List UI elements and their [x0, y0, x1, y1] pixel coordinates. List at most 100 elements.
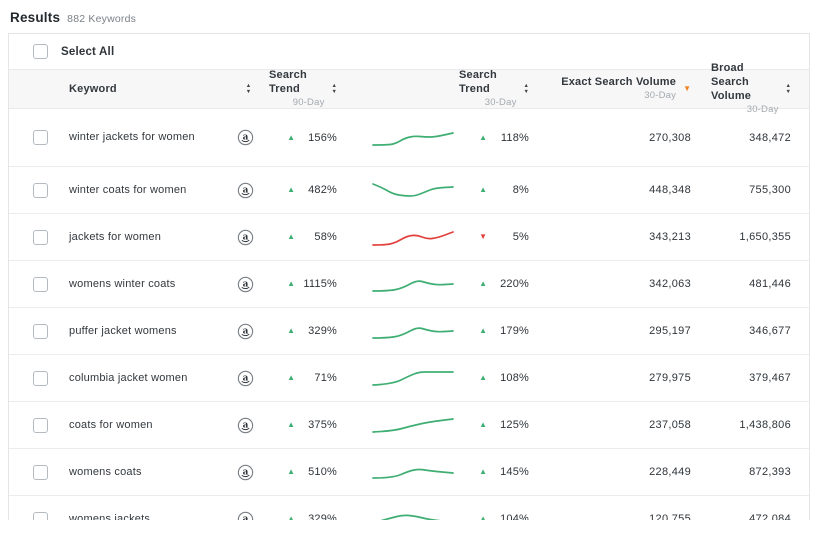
keyword-text[interactable]: winter jackets for women	[69, 129, 195, 146]
table-row: jackets for women a ▲ 58% ▼ 5% 343,213 1…	[9, 214, 809, 261]
broad-search-volume-value: 872,393	[749, 466, 791, 478]
row-checkbox[interactable]	[33, 512, 48, 521]
trend-30-direction-icon: ▲	[479, 374, 487, 382]
amazon-icon: a	[237, 323, 254, 340]
trend-30-direction-icon: ▲	[479, 327, 487, 335]
exact-search-volume-value: 228,449	[649, 466, 691, 478]
row-checkbox[interactable]	[33, 371, 48, 386]
broad-search-volume-value: 1,650,355	[739, 231, 791, 243]
table-header: Keyword ▲▼ Search Trend 90-Day ▲▼ Search…	[9, 69, 809, 109]
trend-30-value: 5%	[487, 231, 529, 243]
trend-30-direction-icon: ▲	[479, 468, 487, 476]
results-header: Results 882 Keywords	[10, 10, 136, 25]
row-checkbox[interactable]	[33, 465, 48, 480]
row-checkbox[interactable]	[33, 277, 48, 292]
row-checkbox[interactable]	[33, 324, 48, 339]
broad-search-volume-value: 481,446	[749, 278, 791, 290]
keyword-text[interactable]: womens jackets	[69, 511, 150, 520]
broad-search-volume-value: 472,084	[749, 513, 791, 520]
exact-search-volume-value: 343,213	[649, 231, 691, 243]
trend-90-value: 510%	[295, 466, 337, 478]
trend-30-value: 125%	[487, 419, 529, 431]
exact-search-volume-value: 237,058	[649, 419, 691, 431]
trend-30-direction-icon: ▼	[479, 233, 487, 241]
keyword-text[interactable]: coats for women	[69, 417, 153, 434]
trend-90-direction-icon: ▲	[287, 134, 295, 142]
header-broad-search-volume[interactable]: Broad Search Volume 30-Day ▲▼	[711, 70, 810, 108]
trend90-column-sublabel: 90-Day	[293, 97, 325, 109]
broad-search-volume-value: 755,300	[749, 184, 791, 196]
trend-90-value: 71%	[295, 372, 337, 384]
amazon-icon: a	[237, 511, 254, 521]
keyword-text[interactable]: jackets for women	[69, 229, 161, 246]
header-keyword[interactable]: Keyword	[57, 70, 221, 108]
row-checkbox[interactable]	[33, 418, 48, 433]
amazon-icon: a	[237, 129, 254, 146]
search-trend-sparkline	[371, 459, 455, 485]
trend-90-value: 482%	[295, 184, 337, 196]
select-all-checkbox[interactable]	[33, 44, 48, 59]
header-sparkline-spacer	[359, 70, 459, 108]
results-panel: Select All Keyword ▲▼ Search Trend 90-Da…	[8, 33, 810, 520]
trend-30-value: 145%	[487, 466, 529, 478]
table-row: columbia jacket women a ▲ 71% ▲ 108% 279…	[9, 355, 809, 402]
amazon-icon: a	[237, 182, 254, 199]
trend-90-value: 156%	[295, 132, 337, 144]
page-title: Results	[10, 10, 60, 25]
trend-90-value: 329%	[295, 513, 337, 520]
header-exact-search-volume[interactable]: Exact Search Volume 30-Day ▼	[531, 70, 711, 108]
trend-30-value: 220%	[487, 278, 529, 290]
trend-30-direction-icon: ▲	[479, 421, 487, 429]
trend30-column-label: Search Trend	[459, 69, 517, 97]
keyword-text[interactable]: womens coats	[69, 464, 142, 481]
trend-30-direction-icon: ▲	[479, 515, 487, 520]
trend-90-value: 329%	[295, 325, 337, 337]
table-row: coats for women a ▲ 375% ▲ 125% 237,058 …	[9, 402, 809, 449]
search-trend-sparkline	[371, 412, 455, 438]
keyword-column-label: Keyword	[69, 83, 117, 95]
table-row: puffer jacket womens a ▲ 329% ▲ 179% 295…	[9, 308, 809, 355]
trend-30-direction-icon: ▲	[479, 134, 487, 142]
keyword-text[interactable]: puffer jacket womens	[69, 323, 177, 340]
trend-90-direction-icon: ▲	[287, 280, 295, 288]
trend30-column-sublabel: 30-Day	[485, 97, 517, 109]
keyword-text[interactable]: columbia jacket women	[69, 370, 188, 387]
trend-30-value: 118%	[487, 132, 529, 144]
select-all-row: Select All	[9, 34, 809, 69]
exact-search-volume-value: 295,197	[649, 325, 691, 337]
header-search-trend-90[interactable]: Search Trend 90-Day ▲▼	[269, 70, 359, 108]
header-checkbox-spacer	[9, 70, 57, 108]
broad-search-volume-value: 348,472	[749, 132, 791, 144]
amazon-icon: a	[237, 370, 254, 387]
sort-icon[interactable]: ▲▼	[786, 84, 791, 95]
table-row: womens winter coats a ▲ 1115% ▲ 220% 342…	[9, 261, 809, 308]
table-row: womens jackets a ▲ 329% ▲ 104% 120,755 4…	[9, 496, 809, 520]
trend-90-direction-icon: ▲	[287, 327, 295, 335]
trend-90-direction-icon: ▲	[287, 186, 295, 194]
sort-descending-icon[interactable]: ▼	[683, 85, 691, 93]
trend-30-direction-icon: ▲	[479, 280, 487, 288]
exact-search-volume-value: 342,063	[649, 278, 691, 290]
trend-90-direction-icon: ▲	[287, 468, 295, 476]
header-search-trend-30[interactable]: Search Trend 30-Day ▲▼	[459, 70, 531, 108]
trend-90-direction-icon: ▲	[287, 233, 295, 241]
trend-30-direction-icon: ▲	[479, 186, 487, 194]
row-checkbox[interactable]	[33, 130, 48, 145]
sort-icon[interactable]: ▲▼	[524, 84, 529, 95]
keyword-text[interactable]: womens winter coats	[69, 276, 176, 293]
table-row: winter coats for women a ▲ 482% ▲ 8% 448…	[9, 167, 809, 214]
header-keyword-sort[interactable]: ▲▼	[221, 70, 269, 108]
svg-text:a: a	[242, 514, 248, 520]
amazon-icon: a	[237, 229, 254, 246]
trend-30-value: 179%	[487, 325, 529, 337]
sort-icon[interactable]: ▲▼	[246, 84, 251, 95]
broad-column-label: Broad Search Volume	[711, 62, 779, 103]
keyword-text[interactable]: winter coats for women	[69, 182, 187, 199]
sort-icon[interactable]: ▲▼	[332, 84, 337, 95]
search-trend-sparkline	[371, 224, 455, 250]
trend-30-value: 8%	[487, 184, 529, 196]
row-checkbox[interactable]	[33, 230, 48, 245]
trend-90-direction-icon: ▲	[287, 374, 295, 382]
row-checkbox[interactable]	[33, 183, 48, 198]
search-trend-sparkline	[371, 125, 455, 151]
